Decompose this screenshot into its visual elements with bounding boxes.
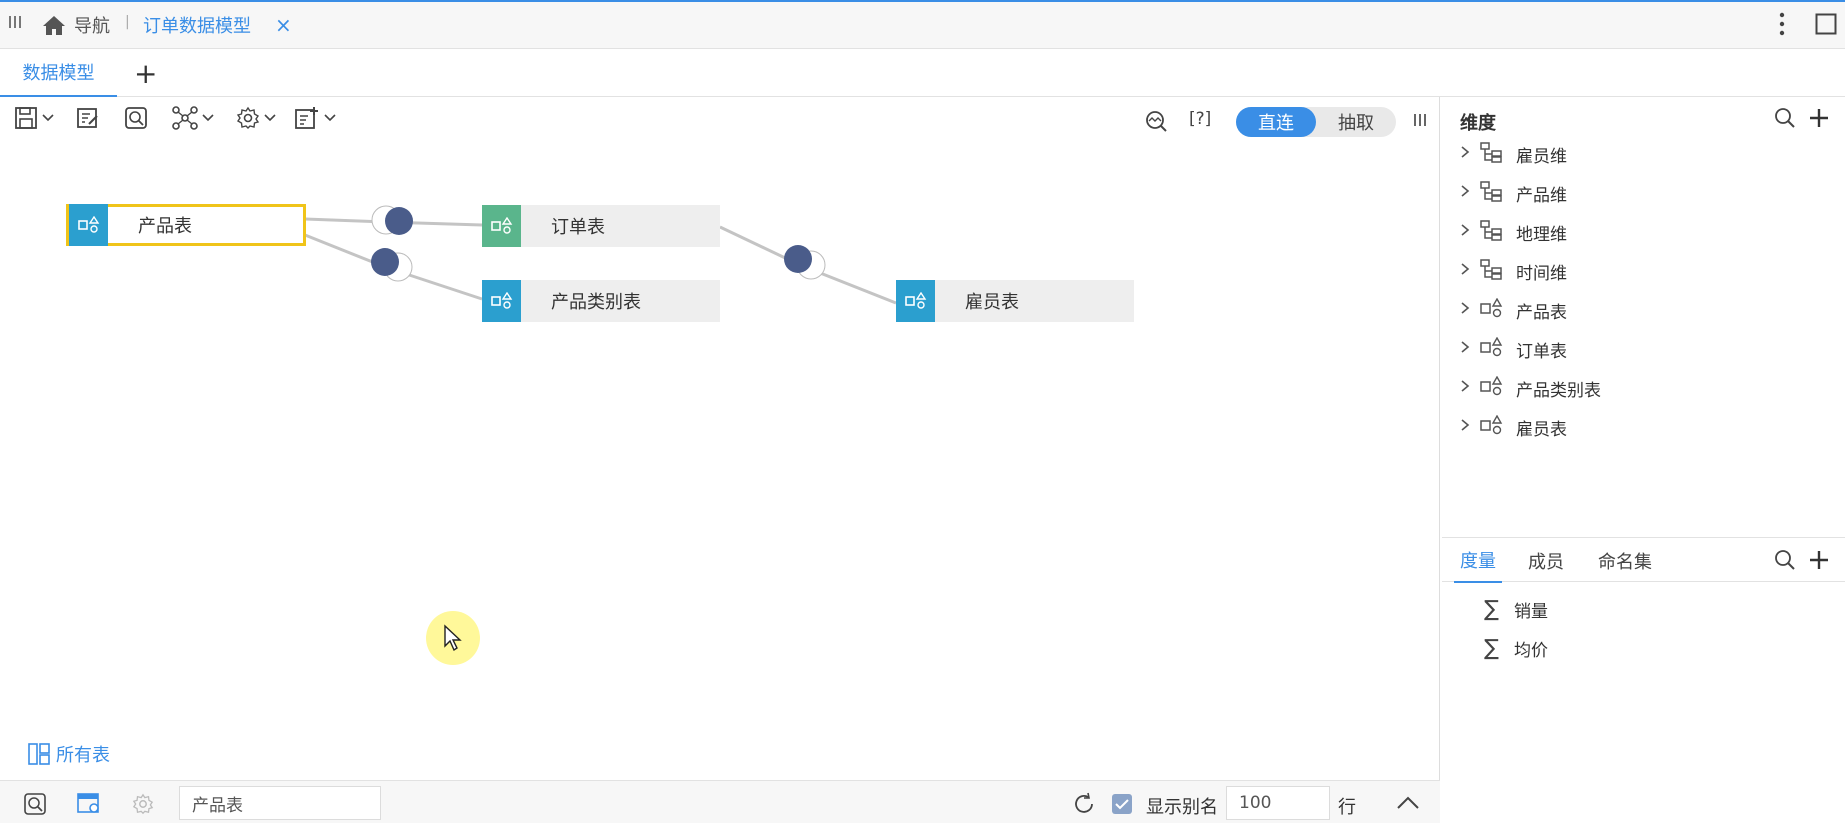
check-icon xyxy=(1115,799,1129,810)
dimension-label: 时间维 xyxy=(1516,263,1567,284)
measure-tab-bar: 度量 成员 命名集 xyxy=(1442,537,1845,583)
right-panel: 维度 雇员维 产品维 地理维 时间维 产品表 订单表 产品类别表 雇员表 度量 成员 命名集 … xyxy=(1442,97,1845,823)
add-dimension-icon[interactable] xyxy=(1808,107,1830,129)
add-measure-icon[interactable] xyxy=(1808,549,1830,571)
chevron-right-icon[interactable] xyxy=(1460,379,1480,397)
join-connector-dot[interactable] xyxy=(784,245,812,273)
table-settings-icon[interactable] xyxy=(77,793,101,815)
dimension-item[interactable]: 产品类别表 xyxy=(1460,373,1601,403)
table-icon xyxy=(482,205,521,247)
close-icon[interactable]: × xyxy=(275,13,292,37)
table-node-label: 产品表 xyxy=(138,216,192,237)
join-connector-dot[interactable] xyxy=(371,248,399,276)
chevron-right-icon[interactable] xyxy=(1460,301,1480,319)
layout-icon xyxy=(28,743,50,765)
rows-input[interactable]: 100 xyxy=(1226,786,1330,820)
tab-members[interactable]: 成员 xyxy=(1528,538,1564,583)
chevron-right-icon[interactable] xyxy=(1460,223,1480,241)
show-alias-checkbox[interactable] xyxy=(1112,794,1132,814)
dimension-item[interactable]: 时间维 xyxy=(1460,256,1567,286)
sigma-icon: ∑ xyxy=(1484,597,1499,622)
mouse-cursor-icon xyxy=(444,624,462,652)
table-icon xyxy=(896,280,935,322)
dimension-label: 地理维 xyxy=(1516,224,1567,245)
add-tab-icon[interactable]: + xyxy=(134,57,157,90)
table-dim-icon xyxy=(1480,414,1510,439)
dimension-item[interactable]: 订单表 xyxy=(1460,334,1567,364)
hierarchy-icon xyxy=(1480,259,1510,283)
home-label: 导航 xyxy=(74,16,110,37)
model-tab-bar: 数据模型 + xyxy=(0,49,1845,97)
table-name-field[interactable]: 产品表 xyxy=(179,786,381,820)
bottom-bar: 产品表 显示别名 100 行 xyxy=(0,780,1440,823)
table-icon xyxy=(482,280,521,322)
chevron-right-icon[interactable] xyxy=(1460,418,1480,436)
top-nav-bar: 导航 | 订单数据模型 × xyxy=(0,2,1845,49)
table-icon xyxy=(69,204,108,246)
all-tables-label: 所有表 xyxy=(56,745,110,766)
sigma-icon: ∑ xyxy=(1484,636,1499,661)
dimension-label: 订单表 xyxy=(1516,341,1567,362)
join-lines xyxy=(304,205,897,305)
rows-unit-label: 行 xyxy=(1338,797,1356,818)
chevron-right-icon[interactable] xyxy=(1460,184,1480,202)
measure-label: 均价 xyxy=(1514,641,1548,661)
grip-lines-icon[interactable] xyxy=(8,12,22,32)
tab-label: 订单数据模型 xyxy=(143,16,251,37)
search-icon[interactable] xyxy=(1774,549,1796,571)
tab-order-data-model[interactable]: 订单数据模型 × xyxy=(143,12,292,38)
chevron-right-icon[interactable] xyxy=(1460,145,1480,163)
home-icon xyxy=(43,16,65,35)
dimension-item[interactable]: 地理维 xyxy=(1460,217,1567,247)
table-node-order[interactable]: 订单表 xyxy=(482,205,720,247)
dimension-title: 维度 xyxy=(1460,113,1496,134)
nav-separator: | xyxy=(125,14,130,30)
dimension-item[interactable]: 雇员表 xyxy=(1460,412,1567,442)
table-node-employee[interactable]: 雇员表 xyxy=(896,280,1134,322)
dimension-label: 产品类别表 xyxy=(1516,380,1601,401)
more-vertical-icon[interactable] xyxy=(1778,11,1786,37)
table-node-label: 雇员表 xyxy=(965,292,1019,313)
search-box-icon[interactable] xyxy=(24,793,46,815)
dimension-label: 产品表 xyxy=(1516,302,1567,323)
refresh-icon[interactable] xyxy=(1072,792,1096,816)
tab-data-model[interactable]: 数据模型 xyxy=(0,49,117,97)
table-node-label: 产品类别表 xyxy=(551,292,641,313)
home-nav-button[interactable]: 导航 xyxy=(42,12,110,38)
maximize-icon[interactable] xyxy=(1815,13,1837,35)
dimension-label: 产品维 xyxy=(1516,185,1567,206)
table-node-product-category[interactable]: 产品类别表 xyxy=(482,280,720,322)
join-connector-dot[interactable] xyxy=(385,207,413,235)
hierarchy-icon xyxy=(1480,220,1510,244)
chevron-right-icon[interactable] xyxy=(1460,340,1480,358)
dimension-item[interactable]: 产品维 xyxy=(1460,178,1567,208)
gear-icon[interactable] xyxy=(132,793,154,815)
dimension-item[interactable]: 雇员维 xyxy=(1460,139,1567,169)
tab-measures[interactable]: 度量 xyxy=(1454,538,1502,583)
dimension-label: 雇员表 xyxy=(1516,419,1567,440)
measure-item[interactable]: ∑ 均价 xyxy=(1484,636,1548,661)
measure-item[interactable]: ∑ 销量 xyxy=(1484,597,1548,622)
chevron-up-icon[interactable] xyxy=(1396,795,1420,811)
table-dim-icon xyxy=(1480,375,1510,400)
show-alias-label: 显示别名 xyxy=(1146,797,1218,818)
table-node-product[interactable]: 产品表 xyxy=(66,204,306,246)
table-dim-icon xyxy=(1480,336,1510,361)
search-icon[interactable] xyxy=(1774,107,1796,129)
table-dim-icon xyxy=(1480,297,1510,322)
tab-named-sets[interactable]: 命名集 xyxy=(1598,538,1652,583)
app-window: 导航 | 订单数据模型 × 数据模型 + [?] 直连 抽取 产品表 订单表 产… xyxy=(0,0,1845,823)
dimension-label: 雇员维 xyxy=(1516,146,1567,167)
measure-label: 销量 xyxy=(1514,602,1548,622)
chevron-right-icon[interactable] xyxy=(1460,262,1480,280)
hierarchy-icon xyxy=(1480,181,1510,205)
dimension-item[interactable]: 产品表 xyxy=(1460,295,1567,325)
model-canvas[interactable]: [?] 直连 抽取 产品表 订单表 产品类别表 雇员表 所有表 xyxy=(0,97,1440,780)
all-tables-button[interactable]: 所有表 xyxy=(28,741,110,767)
table-node-label: 订单表 xyxy=(551,217,605,238)
hierarchy-icon xyxy=(1480,142,1510,166)
